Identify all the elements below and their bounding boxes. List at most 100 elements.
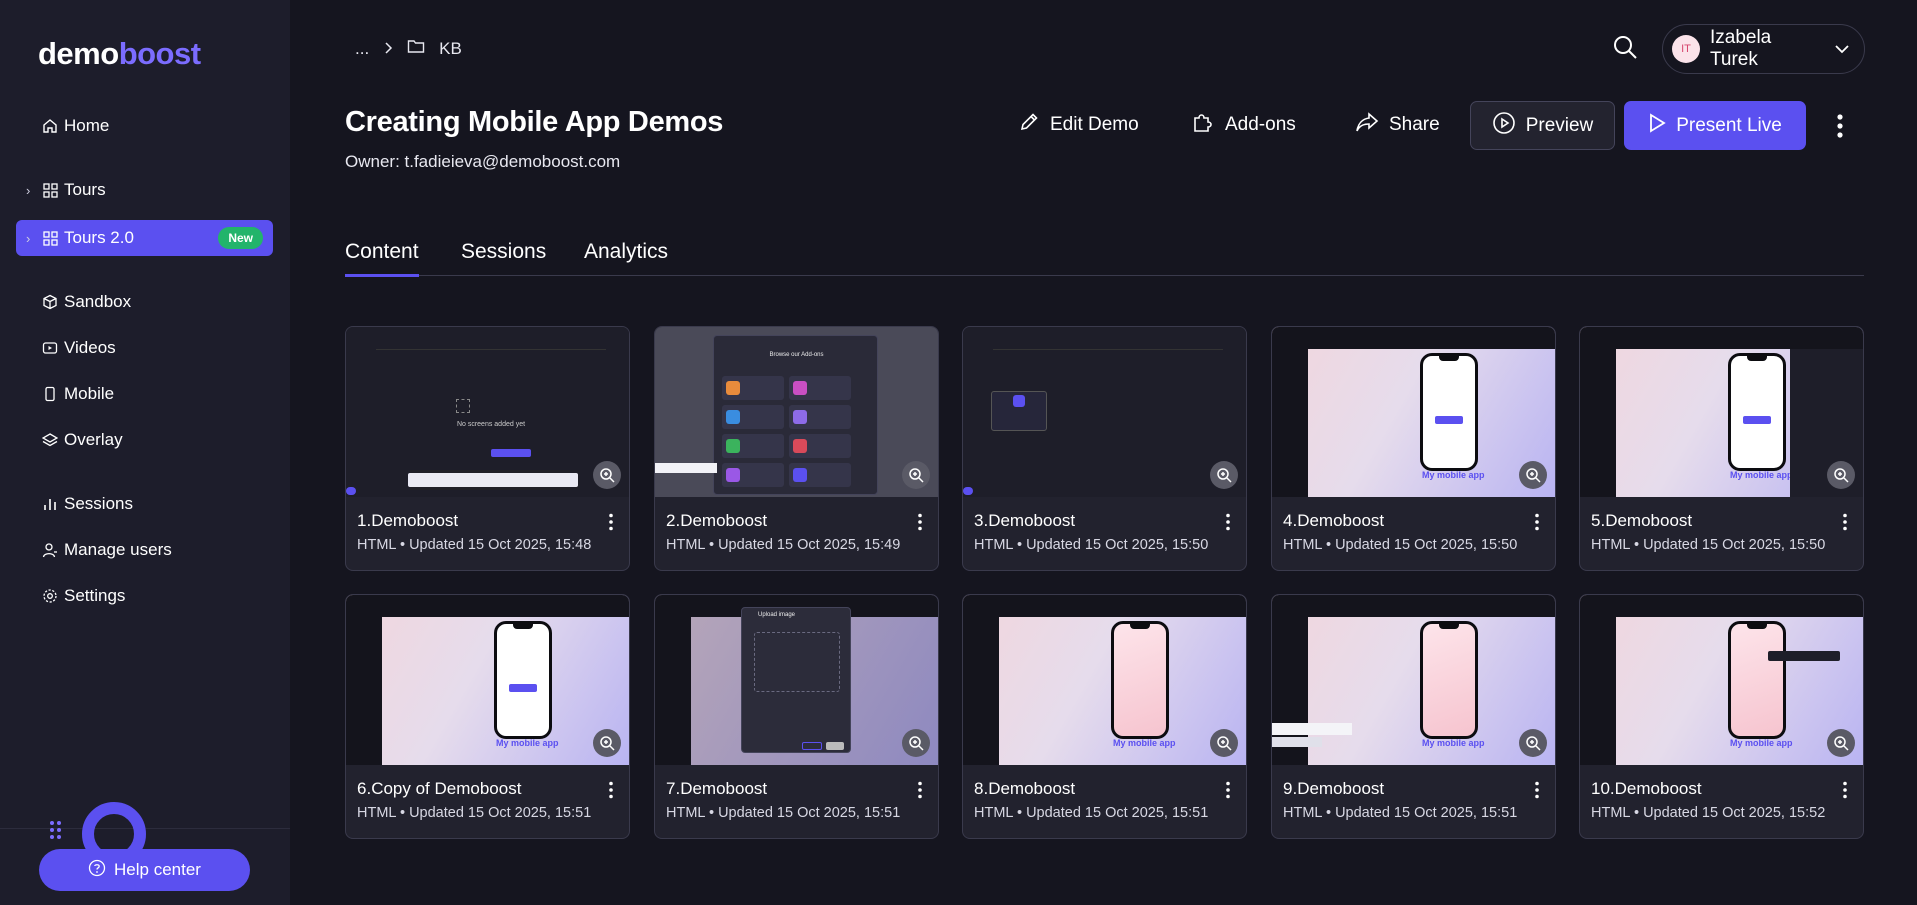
demo-card[interactable]: My mobile app 4.Demoboost HTML • Updated… [1271, 326, 1556, 571]
card-title: 9.Demoboost [1283, 779, 1385, 798]
card-more-icon[interactable] [1533, 513, 1541, 531]
home-icon [40, 116, 60, 136]
my-mobile-app-text: My mobile app [1422, 470, 1485, 480]
card-title: 3.Demoboost [974, 511, 1076, 530]
demo-card[interactable]: My mobile app 8.Demoboost HTML • Updated… [962, 594, 1247, 839]
folder-icon [407, 38, 425, 59]
card-more-icon[interactable] [916, 513, 924, 531]
zoom-in-icon[interactable] [902, 729, 930, 757]
demo-thumbnail[interactable]: My mobile app [1272, 327, 1555, 497]
demo-thumbnail[interactable]: My mobile app [346, 595, 629, 765]
sidebar-item-sessions[interactable]: Sessions [16, 486, 273, 522]
zoom-in-icon[interactable] [1519, 729, 1547, 757]
card-title: 2.Demoboost [666, 511, 768, 530]
demo-card[interactable]: My mobile app 6.Copy of Demoboost HTML •… [345, 594, 630, 839]
search-icon [1612, 36, 1638, 64]
sidebar-item-manage-users[interactable]: Manage users [16, 532, 273, 568]
breadcrumb: ... KB [355, 38, 462, 59]
card-more-icon[interactable] [916, 781, 924, 799]
logo[interactable]: demoboost [38, 36, 201, 72]
share-button[interactable]: Share [1355, 100, 1440, 150]
zoom-in-icon[interactable] [593, 461, 621, 489]
sidebar-item-home[interactable]: Home [16, 108, 273, 144]
tab-sessions[interactable]: Sessions [461, 240, 546, 274]
breadcrumb-ellipsis[interactable]: ... [355, 39, 369, 59]
card-more-icon[interactable] [1533, 781, 1541, 799]
demo-thumbnail[interactable]: My mobile app [1272, 595, 1555, 765]
demo-card[interactable]: Upload image 7.Demoboost HTML • Updated … [654, 594, 939, 839]
card-meta: HTML • Updated 15 Oct 2025, 15:50 [1591, 537, 1826, 553]
demo-card[interactable]: 3.Demoboost HTML • Updated 15 Oct 2025, … [962, 326, 1247, 571]
sidebar-item-label: Sandbox [64, 292, 132, 311]
sidebar-item-label: Videos [64, 338, 116, 357]
user-icon [40, 540, 60, 560]
zoom-in-icon[interactable] [1519, 461, 1547, 489]
zoom-in-icon[interactable] [902, 461, 930, 489]
present-live-button[interactable]: Present Live [1624, 101, 1806, 150]
tab-analytics[interactable]: Analytics [584, 240, 668, 274]
puzzle-icon [1191, 110, 1215, 140]
present-live-label: Present Live [1676, 114, 1782, 136]
card-more-icon[interactable] [607, 781, 615, 799]
card-more-icon[interactable] [1224, 781, 1232, 799]
zoom-in-icon[interactable] [1210, 461, 1238, 489]
breadcrumb-folder[interactable]: KB [439, 39, 462, 59]
demo-thumbnail[interactable]: My mobile app [1580, 595, 1863, 765]
add-ons-thumb-title: Browse our Add-ons [769, 352, 824, 358]
demo-card[interactable]: My mobile app 5.Demoboost HTML • Updated… [1579, 326, 1864, 571]
edit-demo-button[interactable]: Edit Demo [1018, 100, 1139, 150]
demo-card[interactable]: My mobile app 10.Demoboost HTML • Update… [1579, 594, 1864, 839]
demo-card[interactable]: No screens added yet 1.Demoboost HTML • … [345, 326, 630, 571]
preview-button[interactable]: Preview [1470, 101, 1615, 150]
demo-card[interactable]: My mobile app 9.Demoboost HTML • Updated… [1271, 594, 1556, 839]
demo-thumbnail[interactable]: My mobile app [1580, 327, 1863, 497]
sidebar-item-label: Tours [64, 180, 106, 199]
zoom-in-icon[interactable] [1827, 461, 1855, 489]
sidebar-item-videos[interactable]: Videos [16, 330, 273, 366]
card-more-icon[interactable] [1224, 513, 1232, 531]
sidebar-item-tours-2[interactable]: › Tours 2.0 New [16, 220, 273, 256]
card-title: 6.Copy of Demoboost [357, 779, 522, 798]
sidebar-item-overlay[interactable]: Overlay [16, 422, 273, 458]
card-more-icon[interactable] [607, 513, 615, 531]
mobile-icon [40, 384, 60, 404]
demo-thumbnail[interactable]: Browse our Add-ons [655, 327, 938, 497]
sidebar-item-settings[interactable]: Settings [16, 578, 273, 614]
demo-card[interactable]: Browse our Add-ons 2.Demoboost HTML • Up… [654, 326, 939, 571]
drag-handle-icon[interactable] [50, 820, 62, 845]
bar-chart-icon [40, 494, 60, 514]
card-meta: HTML • Updated 15 Oct 2025, 15:50 [974, 537, 1209, 553]
more-options-icon[interactable] [1830, 112, 1850, 140]
share-icon [1355, 111, 1379, 139]
demo-thumbnail[interactable]: Upload image [655, 595, 938, 765]
demo-thumbnail[interactable]: My mobile app [963, 595, 1246, 765]
logo-text-demo: demo [38, 36, 119, 71]
sidebar-item-sandbox[interactable]: Sandbox [16, 284, 273, 320]
tab-bar: Content Sessions Analytics [345, 240, 1864, 277]
card-more-icon[interactable] [1841, 513, 1849, 531]
my-mobile-app-text: My mobile app [1113, 738, 1176, 748]
user-menu-button[interactable]: IT Izabela Turek [1662, 24, 1865, 74]
card-meta: HTML • Updated 15 Oct 2025, 15:51 [357, 805, 592, 821]
sidebar-item-tours[interactable]: › Tours [16, 172, 273, 208]
card-title: 8.Demoboost [974, 779, 1076, 798]
demo-thumbnail[interactable]: No screens added yet [346, 327, 629, 497]
add-ons-button[interactable]: Add-ons [1191, 100, 1296, 150]
zoom-in-icon[interactable] [593, 729, 621, 757]
card-more-icon[interactable] [1841, 781, 1849, 799]
zoom-in-icon[interactable] [1827, 729, 1855, 757]
tab-content[interactable]: Content [345, 240, 419, 277]
help-center-button[interactable]: Help center [39, 849, 250, 891]
sidebar-item-mobile[interactable]: Mobile [16, 376, 273, 412]
preview-label: Preview [1525, 114, 1594, 136]
search-button[interactable] [1612, 34, 1640, 62]
card-meta: HTML • Updated 15 Oct 2025, 15:49 [666, 537, 901, 553]
sidebar: demoboost Home › Tours › Tours 2.0 New S… [0, 0, 290, 905]
zoom-in-icon[interactable] [1210, 729, 1238, 757]
chevron-right-icon: › [26, 230, 31, 246]
play-icon [1648, 112, 1666, 139]
demo-thumbnail[interactable] [963, 327, 1246, 497]
edit-demo-label: Edit Demo [1050, 114, 1139, 135]
my-mobile-app-text: My mobile app [496, 738, 559, 748]
play-circle-icon [1492, 111, 1516, 141]
